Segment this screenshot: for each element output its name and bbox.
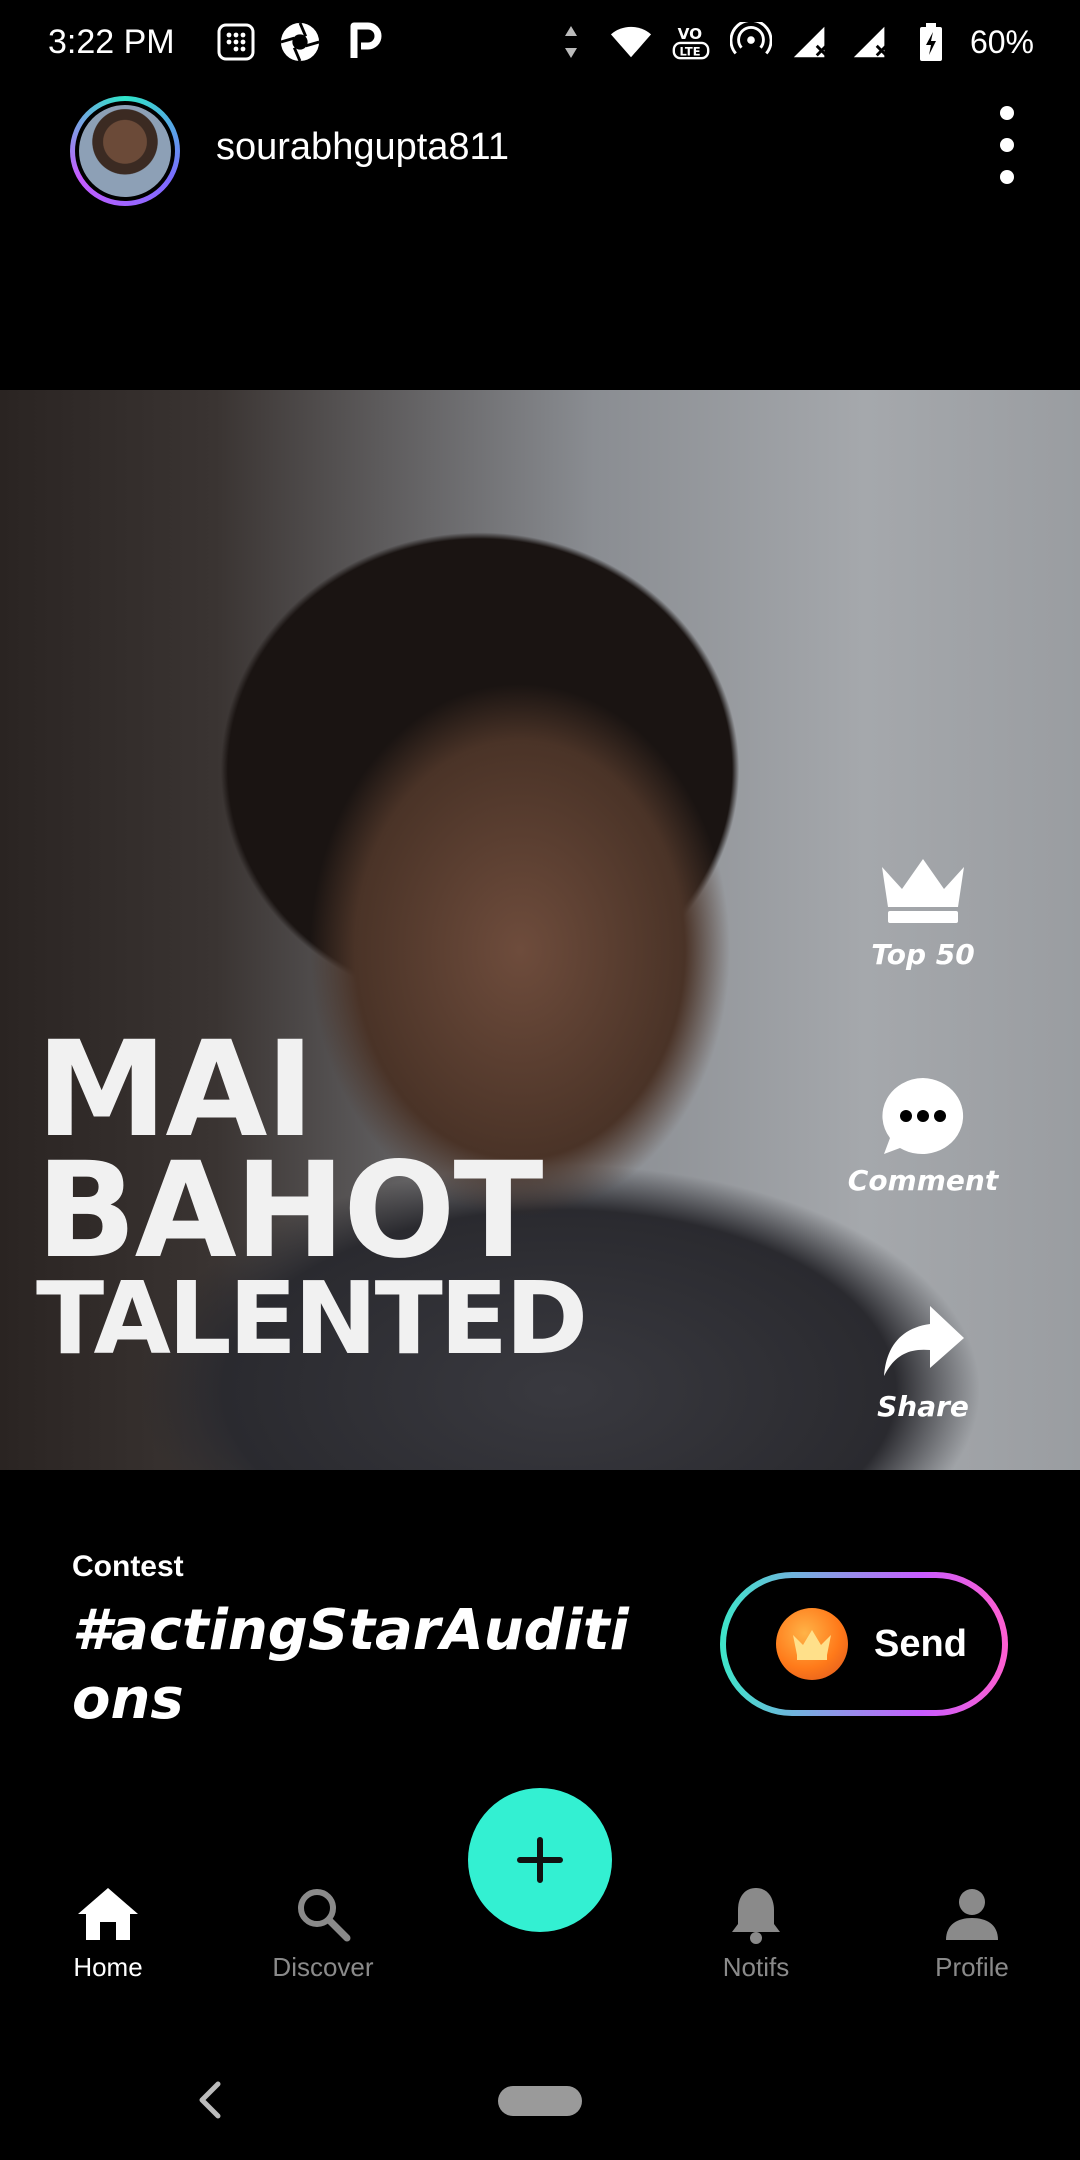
create-post-button[interactable] (468, 1788, 612, 1932)
plus-icon (517, 1837, 563, 1883)
nav-discover-label: Discover (272, 1952, 374, 1982)
calculator-icon (215, 21, 257, 63)
nav-home-label: Home (73, 1952, 143, 1982)
menu-dot (1000, 106, 1014, 120)
svg-text:VO: VO (678, 25, 703, 43)
signal-icon (850, 21, 892, 63)
wifi-icon (610, 21, 652, 63)
top50-button[interactable]: Top 50 (823, 850, 1023, 971)
status-time: 3:22 PM (48, 22, 175, 61)
volte-icon: VO LTE (670, 21, 712, 63)
system-navigation-bar (0, 2060, 1080, 2140)
menu-dot (1000, 138, 1014, 152)
nav-discover[interactable]: Discover (243, 1880, 403, 1983)
send-label: Send (874, 1622, 967, 1665)
nav-notifs-label: Notifs (722, 1952, 790, 1982)
data-arrows-icon (550, 21, 592, 63)
send-button-inner: Send (726, 1578, 1002, 1710)
nav-profile[interactable]: Profile (892, 1880, 1052, 1983)
contest-hashtag[interactable]: #actingStarAuditions (72, 1596, 632, 1735)
battery-icon (910, 21, 952, 63)
nav-profile-label: Profile (935, 1952, 1009, 1982)
hotspot-icon (729, 21, 772, 63)
overlay-line: TALENTED (36, 1259, 588, 1377)
shutter-icon (279, 21, 321, 63)
comment-label: Comment (847, 1164, 999, 1197)
crown-coin-icon (776, 1608, 848, 1680)
send-button[interactable]: Send (720, 1572, 1008, 1716)
status-notification-icons (215, 21, 385, 63)
p-app-icon (343, 21, 385, 63)
username[interactable]: sourabhgupta811 (216, 126, 509, 169)
status-system-icons: VO LTE 60% (550, 0, 1034, 84)
overlay-line: MAI (36, 1013, 315, 1167)
avatar[interactable] (70, 96, 180, 206)
search-icon (243, 1880, 403, 1948)
avatar-image (75, 101, 175, 201)
signal-icon (790, 21, 832, 63)
video-overlay-text: MAI BAHOT TALENTED (36, 1013, 588, 1377)
share-button[interactable]: Share (823, 1302, 1023, 1423)
overlay-line: BAHOT (36, 1134, 544, 1289)
comment-icon (823, 1076, 1023, 1156)
share-label: Share (877, 1390, 969, 1423)
share-icon (823, 1302, 1023, 1382)
nav-home[interactable]: Home (28, 1880, 188, 1983)
comment-button[interactable]: Comment (823, 1076, 1023, 1197)
home-pill[interactable] (498, 2086, 582, 2116)
menu-dot (1000, 170, 1014, 184)
status-bar: 3:22 PM VO LTE 60% (0, 0, 1080, 84)
home-icon (28, 1880, 188, 1948)
svg-text:LTE: LTE (679, 44, 700, 58)
bell-icon (676, 1880, 836, 1948)
video-player[interactable]: MAI BAHOT TALENTED Top 50 Comment Share (0, 390, 1080, 1470)
contest-label: Contest (72, 1550, 184, 1583)
back-icon[interactable] (190, 2074, 230, 2131)
post-header: sourabhgupta811 (0, 92, 1080, 206)
nav-notifs[interactable]: Notifs (676, 1880, 836, 1983)
more-options-icon[interactable] (992, 100, 1022, 190)
top50-label: Top 50 (871, 938, 975, 971)
profile-icon (892, 1880, 1052, 1948)
crown-icon (823, 850, 1023, 930)
battery-percent: 60% (969, 23, 1034, 60)
